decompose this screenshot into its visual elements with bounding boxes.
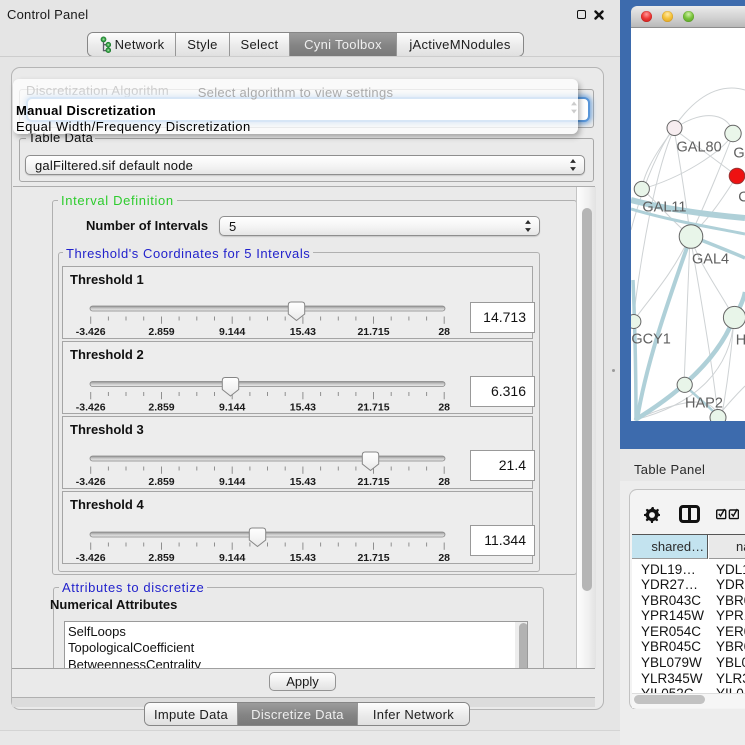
svg-text:GA: GA <box>733 146 745 162</box>
svg-text:CY: CY <box>738 189 745 205</box>
svg-text:GAL11: GAL11 <box>642 199 686 215</box>
svg-text:GCY1: GCY1 <box>631 331 671 347</box>
svg-text:GAL4: GAL4 <box>692 251 729 267</box>
svg-text:GAL80: GAL80 <box>677 140 722 156</box>
svg-text:HAP2: HAP2 <box>685 396 723 412</box>
svg-text:H: H <box>736 332 745 348</box>
